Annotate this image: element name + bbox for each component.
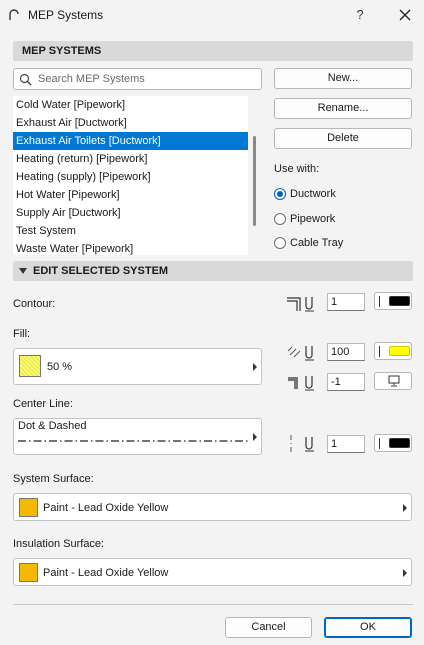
delete-button[interactable]: Delete (274, 128, 412, 149)
search-box[interactable] (13, 68, 262, 90)
cancel-button[interactable]: Cancel (225, 617, 312, 638)
use-with-option[interactable]: Pipework (274, 210, 335, 228)
radio-label: Ductwork (290, 188, 336, 200)
chevron-right-icon (253, 363, 257, 371)
close-icon[interactable] (395, 5, 415, 25)
contour-color-picker[interactable] (374, 292, 412, 310)
list-item[interactable]: Supply Air [Ductwork] (13, 204, 248, 222)
contour-label: Contour: (13, 298, 56, 310)
list-item[interactable]: Heating (supply) [Pipework] (13, 168, 248, 186)
center-line-label: Center Line: (13, 398, 73, 410)
list-item[interactable]: Exhaust Air Toilets [Ductwork] (13, 132, 248, 150)
use-with-option[interactable]: Cable Tray (274, 234, 343, 252)
fill-pattern-label: 50 % (47, 361, 73, 373)
ok-button[interactable]: OK (324, 617, 412, 638)
dot-dash-line-preview (18, 440, 250, 442)
systems-list[interactable]: Cold Water [Pipework] Exhaust Air [Ductwo… (13, 96, 248, 255)
system-surface-value: Paint - Lead Oxide Yellow (43, 502, 169, 514)
list-scrollbar[interactable] (253, 136, 256, 226)
use-with-label: Use with: (274, 163, 320, 175)
fill-foreground-color-picker[interactable] (374, 342, 412, 360)
monitor-icon (388, 375, 400, 387)
fill-background-pen-field[interactable]: -1 (327, 373, 365, 391)
chevron-right-icon (253, 433, 257, 441)
insulation-surface-swatch (19, 563, 38, 582)
insulation-surface-label: Insulation Surface: (13, 538, 105, 550)
insulation-surface-value: Paint - Lead Oxide Yellow (43, 567, 169, 579)
center-line-color-picker[interactable] (374, 434, 412, 452)
system-surface-swatch (19, 498, 38, 517)
system-surface-picker[interactable]: Paint - Lead Oxide Yellow (13, 493, 412, 521)
center-line-type-label: Dot & Dashed (18, 420, 87, 432)
list-item[interactable]: Test System (13, 222, 248, 240)
insulation-surface-picker[interactable]: Paint - Lead Oxide Yellow (13, 558, 412, 586)
fill-background-pen-icon (288, 376, 314, 391)
list-item[interactable]: Exhaust Air [Ductwork] (13, 114, 248, 132)
contour-pen-field[interactable]: 1 (327, 293, 365, 311)
contour-pen-icon (287, 297, 314, 312)
chevron-right-icon (403, 504, 407, 512)
search-icon (19, 73, 32, 86)
system-surface-label: System Surface: (13, 473, 94, 485)
contour-color-swatch (389, 296, 410, 306)
rename-button[interactable]: Rename... (274, 98, 412, 119)
app-icon (9, 9, 19, 20)
window-title: MEP Systems (28, 8, 104, 22)
radio-label: Pipework (290, 213, 336, 225)
help-button[interactable]: ? (350, 6, 370, 26)
footer-divider (13, 604, 413, 605)
chevron-right-icon (403, 569, 407, 577)
center-line-picker[interactable]: Dot & Dashed (13, 418, 262, 455)
radio-label: Cable Tray (290, 237, 344, 249)
fill-pattern-picker[interactable]: 50 % (13, 348, 262, 385)
fill-label: Fill: (13, 328, 31, 340)
fill-swatch (19, 355, 41, 377)
fill-foreground-pen-field[interactable]: 100 (327, 343, 365, 361)
new-button[interactable]: New... (274, 68, 412, 89)
fill-foreground-pen-icon (287, 346, 314, 361)
edit-system-header: EDIT SELECTED SYSTEM (13, 261, 413, 281)
radio-button[interactable] (274, 237, 286, 249)
fill-foreground-color-swatch (389, 346, 410, 356)
use-with-option[interactable]: Ductwork (274, 185, 336, 203)
list-item[interactable]: Cold Water [Pipework] (13, 96, 248, 114)
center-line-color-swatch (389, 438, 410, 448)
fill-background-color-picker[interactable] (374, 372, 412, 390)
mep-systems-header: MEP SYSTEMS (13, 41, 413, 61)
collapse-arrow-icon[interactable] (19, 268, 27, 274)
list-item[interactable]: Heating (return) [Pipework] (13, 150, 248, 168)
center-line-pen-icon (290, 435, 314, 452)
center-line-pen-field[interactable]: 1 (327, 435, 365, 453)
list-item[interactable]: Hot Water [Pipework] (13, 186, 248, 204)
radio-button[interactable] (274, 188, 286, 200)
radio-button[interactable] (274, 213, 286, 225)
list-item[interactable]: Waste Water [Pipework] (13, 240, 248, 255)
search-input[interactable] (36, 71, 256, 87)
